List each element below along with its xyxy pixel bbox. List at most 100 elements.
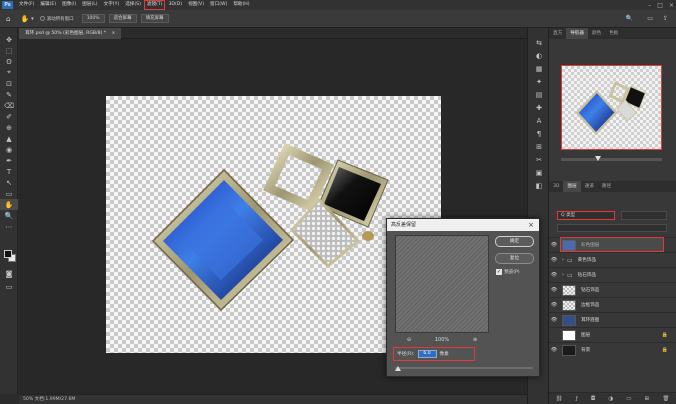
menu-filter[interactable]: 滤镜(T) <box>143 0 166 10</box>
healing-tool-icon[interactable]: ⊕ <box>0 122 18 133</box>
expand-chevron-icon[interactable]: › <box>562 257 564 263</box>
adjustment-layer-icon[interactable]: ◑ <box>608 396 613 402</box>
lock-fill-row[interactable] <box>557 224 667 232</box>
layer-row[interactable]: 👁 钻石饰品 <box>549 282 676 297</box>
hand-tool-icon[interactable]: ✋ <box>20 15 29 23</box>
eye-icon[interactable]: 👁 <box>549 257 559 263</box>
blend-mode-select[interactable] <box>621 211 667 220</box>
tab-3d[interactable]: 3D <box>549 181 563 192</box>
tab-layers[interactable]: 图层 <box>563 181 581 192</box>
shape-tool-icon[interactable]: ▭ <box>0 188 18 199</box>
eye-icon[interactable]: 👁 <box>549 302 559 308</box>
quick-select-tool-icon[interactable]: ⌖ <box>0 67 18 78</box>
close-window-button[interactable]: × <box>669 2 674 9</box>
workspace-icon[interactable]: ▭ <box>647 15 653 22</box>
menu-image[interactable]: 图像(I) <box>59 0 79 10</box>
close-tab-icon[interactable]: × <box>112 31 116 36</box>
menu-layer[interactable]: 图层(L) <box>79 0 100 10</box>
tab-paths[interactable]: 路径 <box>598 181 615 192</box>
zoom-in-icon[interactable]: ⊕ <box>473 337 477 343</box>
adjustments-icon[interactable]: ◐ <box>528 49 550 62</box>
fx-icon[interactable]: ƒ <box>576 396 578 402</box>
history-icon[interactable]: ⇆ <box>528 36 550 49</box>
eye-icon[interactable]: 👁 <box>549 287 559 293</box>
libraries-icon[interactable]: ▣ <box>528 166 550 179</box>
layer-row[interactable]: 👁 边框饰品 <box>549 297 676 312</box>
navigator-thumbnail[interactable] <box>561 65 662 150</box>
reset-button[interactable]: 复位 <box>495 253 534 264</box>
share-icon[interactable]: ⇪ <box>663 15 668 22</box>
layer-row[interactable]: 👁 › ▭ 钻石饰品 <box>549 267 676 282</box>
menu-window[interactable]: 窗口(W) <box>207 0 230 10</box>
dodge-tool-icon[interactable]: ◉ <box>0 144 18 155</box>
menu-view[interactable]: 视图(V) <box>185 0 207 10</box>
preview-checkbox[interactable]: ✓ 预览(P) <box>496 269 520 275</box>
scroll-all-windows-option[interactable]: 滚动所有窗口 <box>39 16 74 22</box>
ok-button[interactable]: 确定 <box>495 236 534 247</box>
more-tools-icon[interactable]: ⋯ <box>0 221 18 232</box>
menu-edit[interactable]: 编辑(E) <box>37 0 59 10</box>
zoom-100-button[interactable]: 100% <box>81 14 105 23</box>
home-icon[interactable]: ⌂ <box>6 15 10 23</box>
layer-row[interactable]: 👁 › ▭ 黄色饰品 <box>549 252 676 267</box>
layer-kind-filter[interactable]: Q 类型 <box>557 211 615 220</box>
zoom-out-icon[interactable]: ⊖ <box>407 337 411 343</box>
new-layer-icon[interactable]: ⊞ <box>645 396 650 402</box>
path-select-tool-icon[interactable]: ↖ <box>0 177 18 188</box>
document-tab[interactable]: 耳环.psd @ 50% (彩色图层, RGB/8) * × <box>19 28 122 39</box>
navigator-zoom-slider[interactable] <box>561 158 662 161</box>
menu-select[interactable]: 选择(S) <box>122 0 144 10</box>
close-icon[interactable]: × <box>528 219 534 231</box>
fit-screen-button[interactable]: 适合屏幕 <box>108 14 137 23</box>
menu-file[interactable]: 文件(F) <box>16 0 37 10</box>
foreground-color-swatch[interactable] <box>4 250 12 258</box>
eraser-tool-icon[interactable]: ⌫ <box>0 100 18 111</box>
eye-icon[interactable]: 👁 <box>549 347 559 353</box>
link-icon[interactable]: ⛓ <box>556 396 563 402</box>
trash-icon[interactable]: 🗑 <box>662 396 669 402</box>
screen-mode-icon[interactable]: ▭ <box>0 281 18 292</box>
tool-presets-icon[interactable]: ✂ <box>528 153 550 166</box>
brush-settings-icon[interactable]: ✦ <box>528 75 550 88</box>
type-tool-icon[interactable]: T <box>0 166 18 177</box>
glyphs-icon[interactable]: ⊞ <box>528 140 550 153</box>
eye-icon[interactable]: 👁 <box>549 317 559 323</box>
zoom-tool-icon[interactable]: 🔍 <box>0 210 18 221</box>
maximize-button[interactable]: □ <box>657 2 663 9</box>
menu-type[interactable]: 文字(Y) <box>101 0 123 10</box>
move-tool-icon[interactable]: ✥ <box>0 34 18 45</box>
layer-row[interactable]: 图层 🔒 <box>549 327 676 342</box>
chevron-down-icon[interactable]: ▾ <box>31 16 34 22</box>
gradient-tool-icon[interactable]: ▲ <box>0 133 18 144</box>
paragraph-icon[interactable]: ¶ <box>528 127 550 140</box>
quick-mask-icon[interactable]: ◙ <box>0 268 18 279</box>
tab-histogram[interactable]: 直方 <box>549 28 566 39</box>
properties-icon[interactable]: ▤ <box>528 88 550 101</box>
navigator-zoom-thumb[interactable] <box>595 156 601 161</box>
brush-tool-icon[interactable]: ✎ <box>0 89 18 100</box>
tab-channels[interactable]: 通道 <box>581 181 598 192</box>
layer-row[interactable]: 👁 耳环底图 <box>549 312 676 327</box>
mask-icon[interactable]: ◘ <box>591 396 595 402</box>
crop-tool-icon[interactable]: ⊡ <box>0 78 18 89</box>
expand-chevron-icon[interactable]: › <box>562 272 564 278</box>
menu-3d[interactable]: 3D(D) <box>165 0 185 10</box>
eye-icon[interactable]: 👁 <box>549 272 559 278</box>
styles-icon[interactable]: ◧ <box>528 179 550 192</box>
stamp-tool-icon[interactable]: ✐ <box>0 111 18 122</box>
tab-color[interactable]: 颜色 <box>588 28 605 39</box>
radius-input[interactable] <box>417 350 437 358</box>
tab-swatches[interactable]: 色板 <box>605 28 622 39</box>
pen-tool-icon[interactable]: ✒ <box>0 155 18 166</box>
hand-tool-icon[interactable]: ✋ <box>0 199 18 210</box>
menu-help[interactable]: 帮助(H) <box>230 0 252 10</box>
radius-slider-thumb[interactable] <box>395 366 401 371</box>
lasso-tool-icon[interactable]: ʘ <box>0 56 18 67</box>
layer-row[interactable]: 👁 背景 🔒 <box>549 342 676 357</box>
filter-preview[interactable] <box>395 235 489 333</box>
clone-source-icon[interactable]: ✚ <box>528 101 550 114</box>
minimize-button[interactable]: – <box>648 2 651 9</box>
search-icon[interactable]: 🔍 <box>626 15 633 22</box>
eye-icon[interactable]: 👁 <box>549 242 559 248</box>
tab-navigator[interactable]: 导航器 <box>566 28 588 39</box>
